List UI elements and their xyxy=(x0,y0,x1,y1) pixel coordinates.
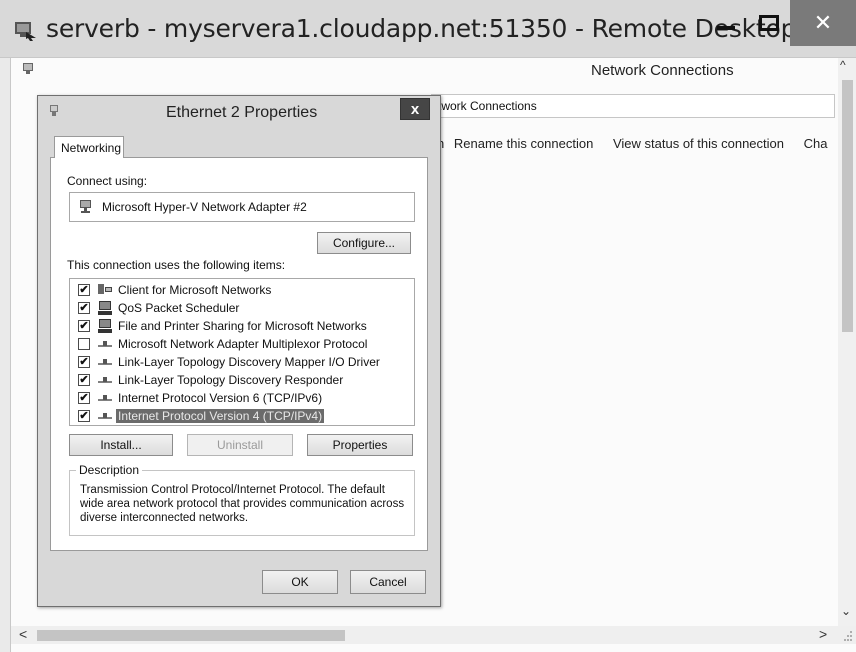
maximize-icon xyxy=(759,15,779,31)
install-button[interactable]: Install... xyxy=(69,434,173,456)
rename-connection-button[interactable]: Rename this connection xyxy=(454,136,593,151)
list-item[interactable]: ✔ Link-Layer Topology Discovery Responde… xyxy=(70,371,414,389)
network-connections-title: Network Connections xyxy=(591,62,734,79)
scroll-down-icon[interactable]: ⌄ xyxy=(841,604,851,618)
uninstall-button[interactable]: Uninstall xyxy=(187,434,293,456)
item-label: Client for Microsoft Networks xyxy=(118,283,272,297)
list-item-selected[interactable]: ✔ Internet Protocol Version 4 (TCP/IPv4) xyxy=(70,407,414,425)
list-item[interactable]: Microsoft Network Adapter Multiplexor Pr… xyxy=(70,335,414,353)
resize-grip-icon[interactable] xyxy=(841,628,853,642)
list-item[interactable]: ✔ Client for Microsoft Networks xyxy=(70,281,414,299)
network-connections-title-bar: Network Connections xyxy=(11,58,856,82)
address-bar[interactable]: twork Connections xyxy=(431,94,835,118)
item-checkbox[interactable]: ✔ xyxy=(78,392,90,404)
remote-desktop-icon xyxy=(15,22,36,41)
connect-using-label: Connect using: xyxy=(67,174,148,188)
protocol-icon xyxy=(98,413,112,419)
close-button[interactable]: ✕ xyxy=(790,0,856,46)
list-item[interactable]: ✔ File and Printer Sharing for Microsoft… xyxy=(70,317,414,335)
dialog-close-button[interactable]: x xyxy=(400,98,430,120)
protocol-icon xyxy=(98,395,112,401)
change-settings-button[interactable]: Cha xyxy=(804,136,828,151)
cancel-button[interactable]: Cancel xyxy=(350,570,426,594)
qos-scheduler-icon xyxy=(98,301,112,315)
item-checkbox[interactable]: ✔ xyxy=(78,302,90,314)
adapter-field: Microsoft Hyper-V Network Adapter #2 xyxy=(69,192,415,222)
description-text: Transmission Control Protocol/Internet P… xyxy=(80,484,405,524)
item-label: Link-Layer Topology Discovery Mapper I/O… xyxy=(118,355,380,369)
maximize-button[interactable] xyxy=(748,0,790,46)
item-checkbox[interactable]: ✔ xyxy=(78,320,90,332)
close-icon: x xyxy=(410,100,420,118)
vertical-scrollbar[interactable]: ^ ⌄ xyxy=(838,58,856,628)
connection-items-list[interactable]: ✔ Client for Microsoft Networks ✔ QoS Pa… xyxy=(69,278,415,426)
vertical-scroll-thumb[interactable] xyxy=(842,80,853,332)
minimize-button[interactable] xyxy=(706,0,746,46)
item-label: Microsoft Network Adapter Multiplexor Pr… xyxy=(118,337,368,351)
list-item[interactable]: ✔ QoS Packet Scheduler xyxy=(70,299,414,317)
item-label: Internet Protocol Version 4 (TCP/IPv4) xyxy=(116,409,325,423)
dialog-network-icon xyxy=(50,105,58,116)
close-icon: ✕ xyxy=(813,10,833,35)
scroll-left-icon[interactable]: < xyxy=(19,626,27,642)
list-item[interactable]: ✔ Link-Layer Topology Discovery Mapper I… xyxy=(70,353,414,371)
dialog-title-bar[interactable]: Ethernet 2 Properties x xyxy=(38,96,440,130)
dialog-title: Ethernet 2 Properties xyxy=(166,104,318,121)
scroll-right-icon[interactable]: > xyxy=(819,626,827,642)
properties-button[interactable]: Properties xyxy=(307,434,413,456)
item-checkbox[interactable]: ✔ xyxy=(78,410,90,422)
adapter-name: Microsoft Hyper-V Network Adapter #2 xyxy=(102,200,307,214)
horizontal-scrollbar[interactable]: < > xyxy=(11,626,856,644)
item-checkbox[interactable]: ✔ xyxy=(78,284,90,296)
scroll-up-icon[interactable]: ^ xyxy=(840,58,846,72)
item-checkbox[interactable] xyxy=(78,338,90,350)
tab-networking[interactable]: Networking xyxy=(54,136,124,158)
item-label: Internet Protocol Version 6 (TCP/IPv6) xyxy=(118,391,323,405)
horizontal-scroll-thumb[interactable] xyxy=(37,630,345,641)
list-item[interactable]: ✔ Internet Protocol Version 6 (TCP/IPv6) xyxy=(70,389,414,407)
command-bar: n Rename this connection View status of … xyxy=(437,136,843,151)
description-legend: Description xyxy=(76,463,143,477)
item-label: File and Printer Sharing for Microsoft N… xyxy=(118,319,367,333)
view-status-button[interactable]: View status of this connection xyxy=(613,136,784,151)
items-label: This connection uses the following items… xyxy=(67,258,286,272)
client-network-icon xyxy=(98,284,112,294)
file-printer-sharing-icon xyxy=(98,319,112,333)
networking-tab-panel: Connect using: Microsoft Hyper-V Network… xyxy=(50,157,428,551)
rdp-title-bar: serverb - myservera1.cloudapp.net:51350 … xyxy=(0,0,856,58)
protocol-icon xyxy=(98,359,112,365)
protocol-icon xyxy=(98,377,112,383)
configure-button[interactable]: Configure... xyxy=(317,232,411,254)
ethernet-properties-dialog: Ethernet 2 Properties x Networking Conne… xyxy=(37,95,441,607)
minimize-icon xyxy=(717,26,735,30)
ok-button[interactable]: OK xyxy=(262,570,338,594)
network-connections-icon xyxy=(23,63,33,74)
protocol-icon xyxy=(98,341,112,347)
item-label: QoS Packet Scheduler xyxy=(118,301,240,315)
item-label: Link-Layer Topology Discovery Responder xyxy=(118,373,344,387)
item-checkbox[interactable]: ✔ xyxy=(78,356,90,368)
item-checkbox[interactable]: ✔ xyxy=(78,374,90,386)
description-group: Description Transmission Control Protoco… xyxy=(69,463,415,536)
network-adapter-icon xyxy=(80,200,91,213)
